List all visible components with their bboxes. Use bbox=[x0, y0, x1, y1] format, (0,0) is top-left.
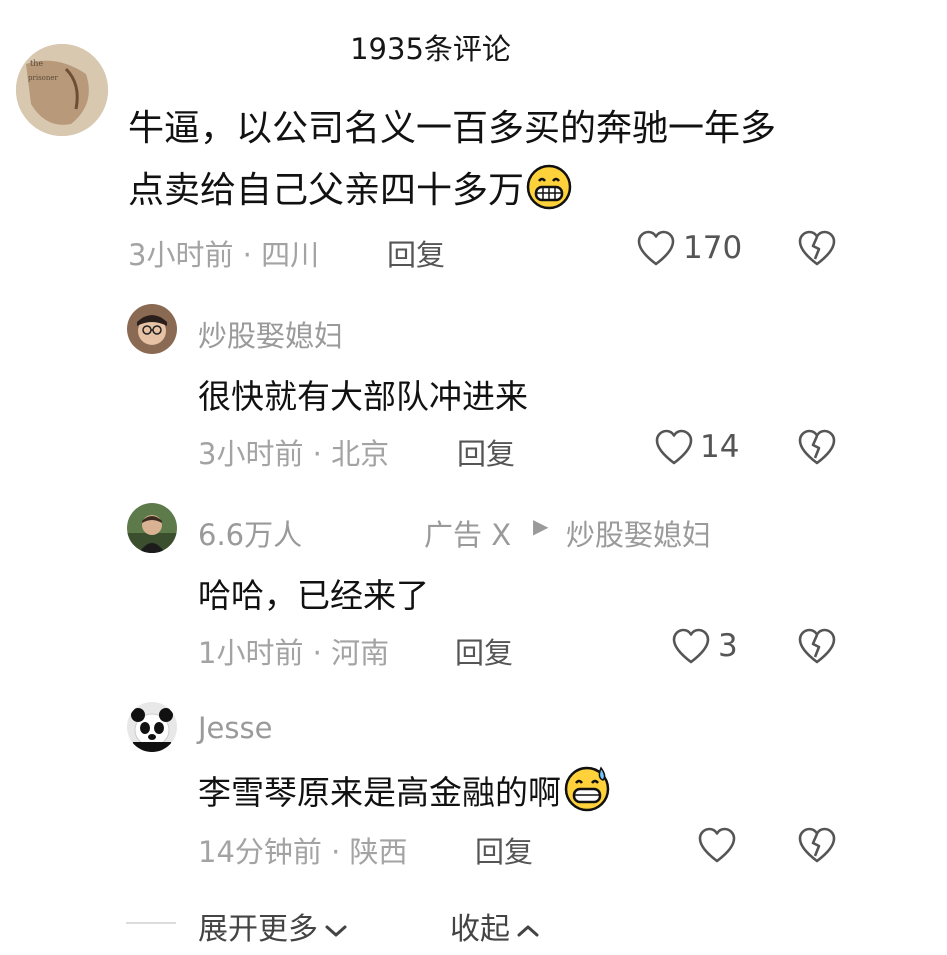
like-button[interactable] bbox=[697, 826, 737, 870]
reply-to-username[interactable]: 炒股娶媳妇 bbox=[566, 512, 711, 554]
chevron-down-icon bbox=[325, 925, 347, 936]
chevron-up-icon bbox=[517, 925, 539, 936]
heart-icon bbox=[672, 628, 710, 664]
reply-text: 很快就有大部队冲进来 bbox=[198, 377, 528, 416]
avatar[interactable] bbox=[127, 304, 177, 354]
reply-button[interactable]: 回复 bbox=[475, 829, 533, 871]
dislike-button[interactable] bbox=[797, 627, 837, 671]
heart-icon bbox=[655, 429, 693, 465]
expand-more-button[interactable]: 展开更多 bbox=[198, 904, 348, 948]
comment-count-title: 1935条评论 bbox=[350, 32, 511, 66]
avatar[interactable] bbox=[127, 702, 177, 752]
reply-button[interactable]: 回复 bbox=[387, 232, 445, 274]
like-button[interactable] bbox=[636, 229, 676, 273]
broken-heart-icon bbox=[798, 230, 836, 266]
dislike-button[interactable] bbox=[797, 229, 837, 273]
username[interactable]: Jesse bbox=[198, 711, 272, 745]
like-count: 3 bbox=[718, 628, 738, 664]
like-count: 170 bbox=[683, 230, 743, 266]
grinning-face-emoji bbox=[526, 164, 572, 210]
svg-text:the: the bbox=[30, 59, 43, 68]
expand-more-label: 展开更多 bbox=[198, 912, 318, 947]
broken-heart-icon bbox=[798, 827, 836, 863]
reply-text: 哈哈，已经来了 bbox=[198, 576, 429, 615]
svg-text:prisoner: prisoner bbox=[28, 74, 59, 82]
broken-heart-icon bbox=[798, 628, 836, 664]
reply-text-line: 李雪琴原来是高金融的啊 bbox=[198, 764, 611, 814]
dislike-button[interactable] bbox=[797, 826, 837, 870]
reply-meta: 1小时前 · 河南 bbox=[198, 636, 390, 670]
username[interactable]: 炒股娶媳妇 bbox=[198, 313, 343, 355]
heart-icon bbox=[698, 827, 736, 863]
collapse-button[interactable]: 收起 bbox=[450, 904, 540, 948]
heart-icon bbox=[637, 230, 675, 266]
avatar[interactable] bbox=[127, 503, 177, 553]
username[interactable]: 6.6万人 bbox=[198, 512, 302, 554]
dislike-button[interactable] bbox=[797, 428, 837, 472]
divider bbox=[126, 922, 176, 924]
comment-text-line2: 点卖给自己父亲四十多万 bbox=[128, 160, 572, 222]
collapse-label: 收起 bbox=[450, 912, 510, 947]
comment-text-line1: 牛逼，以公司名义一百多买的奔驰一年多 bbox=[128, 108, 777, 149]
reply-meta: 14分钟前 · 陕西 bbox=[198, 835, 408, 869]
reply-button[interactable]: 回复 bbox=[457, 431, 515, 473]
like-button[interactable] bbox=[654, 428, 694, 472]
like-count: 14 bbox=[700, 429, 740, 465]
ad-label[interactable]: 广告 X bbox=[424, 512, 511, 554]
avatar[interactable]: the prisoner bbox=[16, 44, 108, 136]
like-button[interactable] bbox=[671, 627, 711, 671]
reply-button[interactable]: 回复 bbox=[455, 630, 513, 672]
grinning-sweat-emoji bbox=[563, 764, 611, 812]
reply-to-arrow-icon: ▶ bbox=[533, 514, 549, 538]
reply-meta: 3小时前 · 北京 bbox=[198, 437, 390, 471]
broken-heart-icon bbox=[798, 429, 836, 465]
comment-meta: 3小时前 · 四川 bbox=[128, 238, 320, 272]
